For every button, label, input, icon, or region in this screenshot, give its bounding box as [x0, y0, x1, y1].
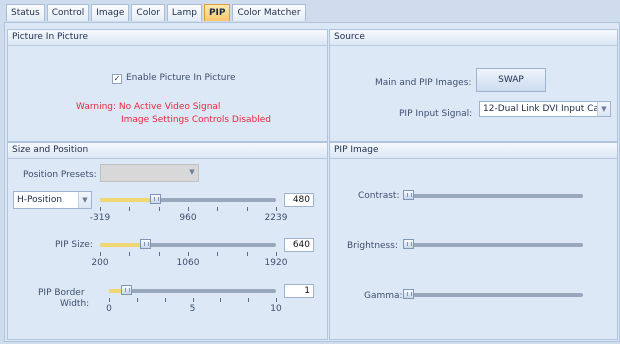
pip-image-panel: PIP Image Contrast: Brightness: Gamma:	[329, 142, 618, 340]
hposition-tick-label: -319	[89, 213, 111, 223]
hposition-tick	[129, 207, 131, 211]
contrast-slider[interactable]	[403, 190, 583, 200]
source-panel-title: Source	[330, 30, 617, 46]
enable-pip-checkbox[interactable]: ✓	[112, 74, 122, 84]
hposition-slider-thumb[interactable]	[149, 194, 161, 204]
pip-border-slider[interactable]	[109, 285, 276, 295]
tab-color[interactable]: Color	[131, 4, 165, 21]
pip-size-tick	[158, 252, 160, 256]
pip-border-tick-label: 10	[270, 304, 282, 314]
position-axis-dropdown[interactable]: H-Position ▼	[13, 191, 92, 209]
pip-size-slider[interactable]	[100, 239, 276, 249]
position-presets-label: Position Presets:	[23, 170, 97, 180]
pip-border-tick	[220, 298, 222, 302]
pip-panel: Picture In Picture ✓ Enable Picture In P…	[7, 29, 328, 142]
pip-size-tick	[276, 252, 277, 256]
hposition-tick	[246, 207, 248, 211]
pip-border-value[interactable]: 1	[284, 284, 314, 298]
hposition-tick-label: 960	[179, 213, 197, 223]
pip-size-tick-label: 1920	[264, 258, 288, 268]
hposition-slider[interactable]	[100, 194, 276, 204]
pip-size-slider-thumb[interactable]	[140, 239, 152, 249]
tab-color-matcher[interactable]: Color Matcher	[232, 4, 306, 21]
tab-status[interactable]: Status	[6, 4, 45, 21]
pip-border-tick	[109, 298, 110, 302]
tab-bar: Status Control Image Color Lamp PIP Colo…	[6, 4, 308, 22]
warning-controls-disabled: Image Settings Controls Disabled	[121, 115, 272, 125]
pip-border-label-line2: Width:	[60, 299, 90, 309]
pip-input-value: 12-Dual Link DVI Input Car	[483, 104, 603, 114]
size-position-panel: Size and Position Position Presets: ▼ H-…	[7, 142, 328, 340]
tab-image[interactable]: Image	[91, 4, 130, 21]
source-panel: Source Main and PIP Images: SWAP PIP Inp…	[329, 29, 618, 142]
size-position-title: Size and Position	[8, 143, 327, 159]
pip-border-tick	[136, 298, 138, 302]
brightness-label: Brightness:	[347, 241, 398, 251]
pip-size-tick-label: 200	[91, 258, 109, 268]
chevron-down-icon: ▼	[597, 102, 610, 116]
contrast-label: Contrast:	[358, 191, 400, 201]
hposition-tick	[158, 207, 160, 211]
pip-border-tick-label: 0	[106, 304, 112, 314]
pip-border-tick	[248, 298, 250, 302]
enable-pip-label: Enable Picture In Picture	[126, 73, 236, 83]
hposition-tick	[217, 207, 219, 211]
pip-border-tick	[276, 298, 277, 302]
position-axis-value: H-Position	[17, 195, 63, 205]
pip-border-tick	[164, 298, 166, 302]
gamma-slider-thumb[interactable]	[403, 289, 414, 299]
hposition-tick-label: 2239	[264, 213, 288, 223]
tab-pip[interactable]: PIP	[203, 4, 231, 21]
swap-button[interactable]: SWAP	[476, 68, 546, 92]
pip-input-label: PIP Input Signal:	[399, 109, 473, 119]
pip-border-slider-thumb[interactable]	[120, 285, 132, 295]
tab-lamp[interactable]: Lamp	[166, 4, 202, 21]
hposition-tick	[188, 207, 189, 211]
gamma-label: Gamma:	[364, 291, 403, 301]
pip-size-tick	[129, 252, 131, 256]
pip-size-tick	[217, 252, 219, 256]
pip-input-dropdown[interactable]: 12-Dual Link DVI Input Car ▼	[479, 101, 611, 117]
pip-panel-title: Picture In Picture	[8, 30, 327, 46]
pip-size-tick	[188, 252, 189, 256]
pip-size-tick-label: 1060	[176, 258, 200, 268]
position-presets-dropdown[interactable]: ▼	[100, 164, 199, 182]
pip-size-value[interactable]: 640	[284, 238, 314, 252]
pip-border-label-line1: PIP Border	[38, 288, 85, 298]
pip-size-slider-fill	[100, 243, 146, 247]
contrast-slider-thumb[interactable]	[403, 190, 414, 200]
tab-content: Picture In Picture ✓ Enable Picture In P…	[4, 22, 620, 342]
warning-no-signal: Warning: No Active Video Signal	[76, 102, 221, 112]
pip-border-tick-label: 5	[189, 304, 196, 314]
brightness-slider-thumb[interactable]	[403, 239, 414, 249]
main-pip-label: Main and PIP Images:	[375, 78, 472, 88]
hposition-tick	[100, 207, 101, 211]
pip-size-tick	[100, 252, 101, 256]
pip-image-title: PIP Image	[330, 143, 617, 159]
tab-control[interactable]: Control	[46, 4, 90, 21]
pip-border-tick	[192, 298, 194, 302]
brightness-slider[interactable]	[403, 239, 583, 249]
checkmark-icon: ✓	[113, 74, 121, 83]
gamma-slider[interactable]	[403, 289, 583, 299]
hposition-value[interactable]: 480	[284, 193, 314, 207]
pip-size-tick	[246, 252, 248, 256]
chevron-down-icon: ▼	[78, 192, 91, 208]
hposition-tick	[276, 207, 277, 211]
hposition-slider-fill	[100, 198, 155, 202]
chevron-down-icon: ▼	[186, 165, 198, 181]
pip-size-label: PIP Size:	[55, 240, 93, 250]
